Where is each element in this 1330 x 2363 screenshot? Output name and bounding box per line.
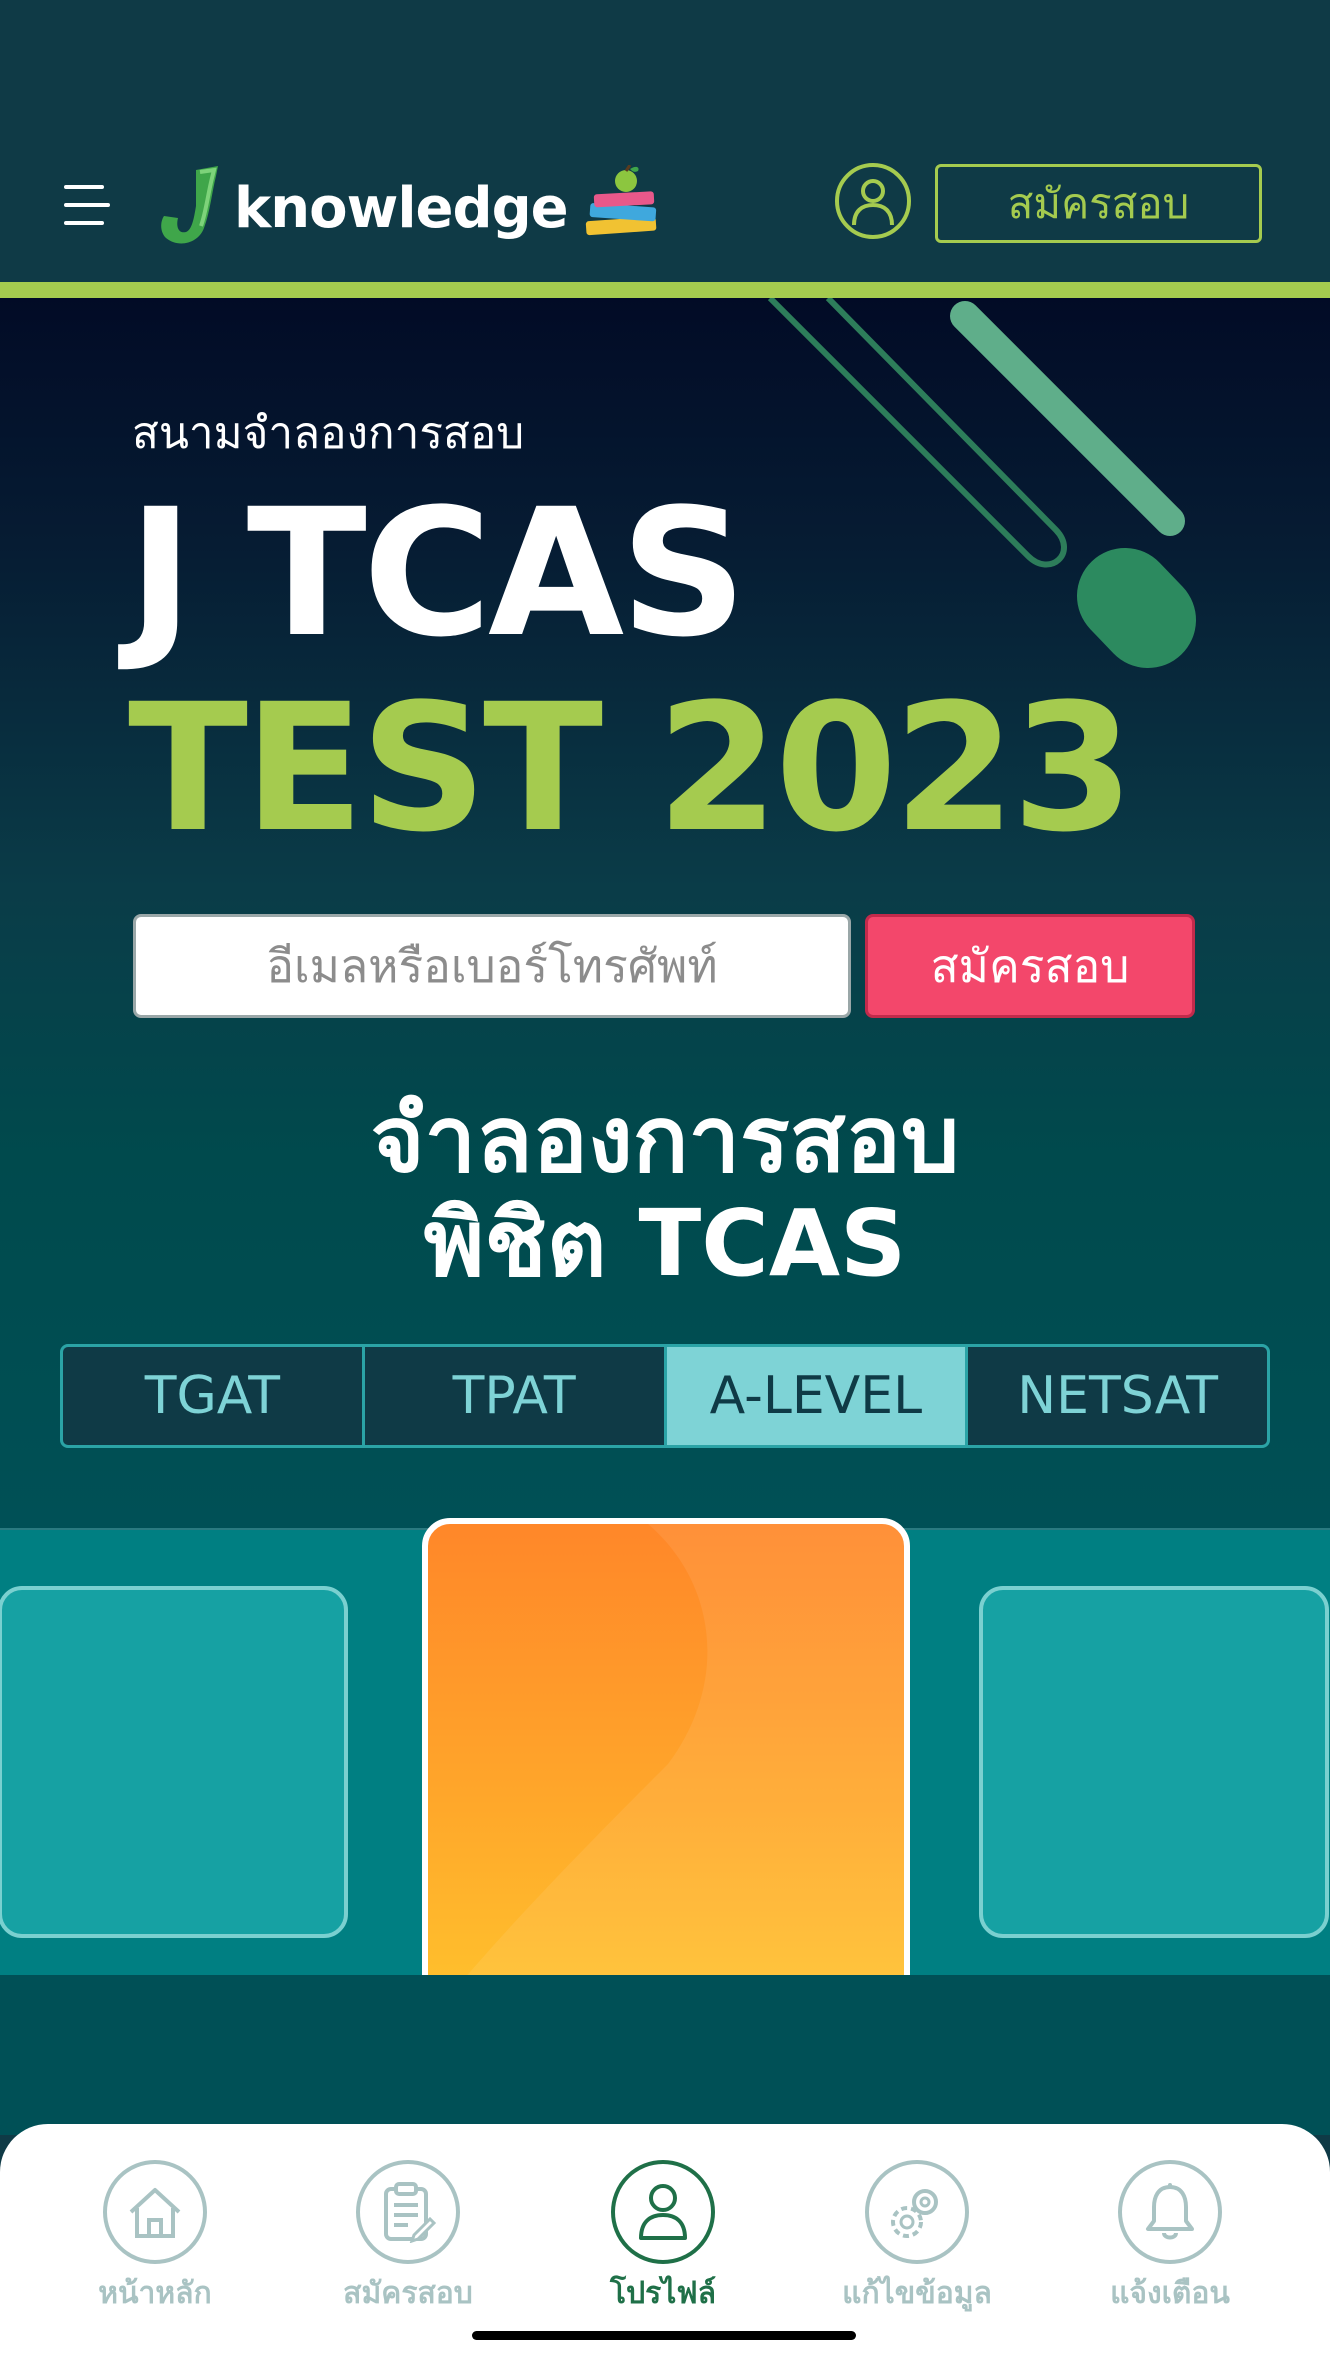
nav-notifications-label: แจ้งเตือน [1110, 2276, 1230, 2311]
hero-title-line1: J TCAS [128, 471, 747, 676]
nav-register-label: สมัครสอบ [343, 2276, 473, 2311]
nav-home[interactable]: หน้าหลัก [55, 2160, 255, 2317]
tab-tgat[interactable]: TGAT [63, 1347, 365, 1445]
nav-edit-info[interactable]: แก้ไขข้อมูล [817, 2160, 1017, 2317]
hero-subtitle: สนามจำลองการสอบ [132, 408, 525, 459]
register-button-header[interactable]: สมัครสอบ [935, 164, 1262, 243]
profile-button[interactable] [835, 163, 911, 239]
books-icon [585, 165, 656, 236]
hero-title-line2: TEST 2023 [128, 666, 1134, 871]
nav-profile[interactable]: โปรไฟล์ [563, 2160, 763, 2317]
tab-tpat[interactable]: TPAT [365, 1347, 667, 1445]
headline-line2: พิชิต TCAS [423, 1190, 907, 1297]
register-button-main[interactable]: สมัครสอบ [865, 914, 1195, 1018]
home-icon [103, 2160, 207, 2264]
carousel-card-right[interactable] [979, 1586, 1329, 1938]
tab-netsat[interactable]: NETSAT [968, 1347, 1267, 1445]
nav-edit-info-label: แก้ไขข้อมูล [842, 2276, 992, 2311]
headline-line1: จำลองการสอบ [370, 1086, 960, 1193]
carousel-card-left[interactable] [0, 1586, 348, 1938]
nav-profile-label: โปรไฟล์ [610, 2276, 716, 2311]
user-icon [852, 179, 894, 226]
menu-icon[interactable] [64, 183, 110, 229]
tab-a-level[interactable]: A-LEVEL [666, 1347, 969, 1445]
home-indicator[interactable] [472, 2331, 856, 2340]
gear-icon [865, 2160, 969, 2264]
bottom-navigation: หน้าหลัก สมัครสอบ โปรไฟล์ แก้ไขข้อมูล แจ… [0, 2124, 1330, 2363]
hero-headline: จำลองการสอบ พิชิต TCAS [0, 1088, 1330, 1296]
nav-notifications[interactable]: แจ้งเตือน [1070, 2160, 1270, 2317]
nav-home-label: หน้าหลัก [98, 2276, 212, 2311]
exam-type-tabs: TGAT TPAT A-LEVEL NETSAT [60, 1344, 1270, 1448]
email-or-phone-input[interactable] [133, 914, 851, 1018]
header-divider [0, 282, 1330, 298]
app-header: knowledge สมัครสอบ [0, 0, 1330, 282]
carousel-card-center[interactable] [422, 1518, 910, 2004]
logo-text: knowledge [234, 175, 569, 241]
brand-logo[interactable]: knowledge [156, 160, 668, 250]
nav-register[interactable]: สมัครสอบ [308, 2160, 508, 2317]
carousel-footer-area [0, 1975, 1330, 2135]
logo-j-icon [161, 166, 218, 244]
clipboard-icon [356, 2160, 460, 2264]
user-icon [611, 2160, 715, 2264]
card-decoration [447, 1524, 904, 1998]
bell-icon [1118, 2160, 1222, 2264]
hero-section: สนามจำลองการสอบ J TCAS TEST 2023 สมัครสอ… [0, 298, 1330, 1530]
